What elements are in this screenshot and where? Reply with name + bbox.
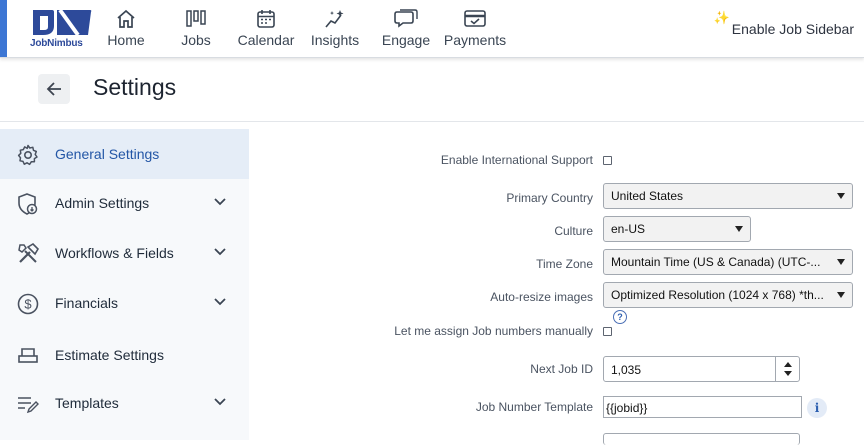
nav-payments[interactable]: Payments — [441, 8, 509, 52]
page-title: Settings — [93, 74, 177, 100]
international-support-checkbox[interactable] — [603, 156, 612, 165]
chevron-down-icon — [214, 198, 226, 206]
nav-insights[interactable]: Insights — [308, 8, 362, 52]
time-zone-label: Time Zone — [536, 257, 593, 271]
job-number-template-input[interactable]: {{jobid}} — [603, 396, 802, 418]
culture-select[interactable]: en-US — [603, 216, 751, 242]
next-job-id-label: Next Job ID — [530, 362, 593, 376]
svg-text:$: $ — [24, 297, 32, 312]
manual-job-numbers-checkbox[interactable] — [603, 327, 612, 336]
chat-bubbles-icon — [380, 8, 432, 30]
edit-list-icon — [16, 392, 40, 416]
sparkle-icon: ✨ — [713, 10, 730, 25]
dropdown-arrow-icon — [837, 259, 845, 265]
primary-country-select[interactable]: United States — [603, 183, 853, 209]
nav-accent-bar — [0, 0, 7, 57]
sidebar-item-label: Admin Settings — [55, 195, 150, 211]
dropdown-arrow-icon — [735, 226, 743, 232]
auto-resize-value: Optimized Resolution (1024 x 768) *th... — [611, 288, 824, 302]
stepper-up-icon[interactable] — [784, 362, 792, 367]
next-job-id-input[interactable]: 1,035 — [603, 356, 800, 382]
sidebar-item-label: General Settings — [55, 146, 160, 162]
next-field-partial[interactable] — [603, 433, 800, 445]
page-header: Settings — [0, 58, 864, 122]
info-icon[interactable]: i — [807, 398, 827, 418]
home-icon — [103, 8, 149, 30]
back-button[interactable] — [38, 74, 70, 104]
job-number-template-value: {{jobid}} — [606, 401, 648, 415]
job-number-template-label: Job Number Template — [475, 400, 593, 414]
time-zone-value: Mountain Time (US & Canada) (UTC-... — [611, 255, 821, 269]
jobs-board-icon — [175, 8, 217, 30]
culture-label: Culture — [554, 224, 593, 238]
nav-jobs-label: Jobs — [181, 32, 211, 48]
insights-sparkle-chart-icon — [308, 8, 362, 30]
chevron-down-icon — [214, 398, 226, 406]
jobnimbus-logo[interactable]: JobNimbus — [28, 8, 94, 52]
tools-icon — [16, 242, 40, 266]
settings-sidebar: General Settings Admin Settings Workflow… — [0, 129, 249, 440]
auto-resize-label: Auto-resize images — [490, 290, 593, 304]
number-stepper[interactable] — [775, 357, 799, 381]
sidebar-item-workflows-fields[interactable]: Workflows & Fields — [0, 228, 249, 278]
primary-country-label: Primary Country — [506, 191, 593, 205]
nav-home[interactable]: Home — [103, 8, 149, 52]
dollar-circle-icon: $ — [16, 292, 40, 316]
top-navigation-bar: JobNimbus Home Jobs Calendar Insights En… — [0, 0, 864, 58]
chevron-down-icon — [214, 298, 226, 306]
manual-job-numbers-label: Let me assign Job numbers manually — [394, 324, 593, 338]
nav-calendar[interactable]: Calendar — [234, 8, 298, 52]
enable-job-sidebar-label: Enable Job Sidebar — [731, 21, 854, 37]
dropdown-arrow-icon — [837, 292, 845, 298]
nav-engage-label: Engage — [381, 32, 431, 48]
next-job-id-value: 1,035 — [611, 363, 642, 377]
help-icon[interactable]: ? — [613, 310, 627, 324]
auto-resize-select[interactable]: Optimized Resolution (1024 x 768) *th... — [603, 282, 853, 308]
logo-mark-icon — [33, 8, 92, 37]
sidebar-item-estimate-settings[interactable]: Estimate Settings — [0, 330, 249, 380]
time-zone-select[interactable]: Mountain Time (US & Canada) (UTC-... — [603, 249, 853, 275]
admin-shield-icon — [16, 192, 40, 216]
chevron-down-icon — [214, 248, 226, 256]
sidebar-item-label: Financials — [55, 295, 119, 311]
printer-icon — [16, 344, 40, 368]
nav-engage[interactable]: Engage — [380, 8, 432, 52]
sidebar-item-admin-settings[interactable]: Admin Settings — [0, 178, 249, 228]
calendar-icon — [234, 8, 298, 30]
back-arrow-icon — [46, 82, 61, 96]
sidebar-item-templates[interactable]: Templates — [0, 378, 249, 428]
sidebar-item-label: Estimate Settings — [55, 347, 164, 363]
nav-payments-label: Payments — [443, 32, 507, 48]
stepper-down-icon[interactable] — [784, 371, 792, 376]
sidebar-item-financials[interactable]: $ Financials — [0, 278, 249, 328]
enable-job-sidebar-button[interactable]: ✨ Enable Job Sidebar — [714, 10, 854, 37]
dropdown-arrow-icon — [837, 193, 845, 199]
primary-country-value: United States — [611, 189, 684, 203]
culture-value: en-US — [611, 222, 646, 236]
nav-insights-label: Insights — [310, 32, 360, 48]
general-settings-form: Enable International Support Primary Cou… — [249, 129, 864, 445]
nav-home-label: Home — [107, 32, 145, 48]
nav-calendar-label: Calendar — [237, 32, 295, 48]
sidebar-item-general-settings[interactable]: General Settings — [0, 129, 249, 179]
sidebar-item-label: Workflows & Fields — [55, 245, 174, 261]
sidebar-item-label: Templates — [55, 395, 119, 411]
nav-jobs[interactable]: Jobs — [175, 8, 217, 52]
payment-card-icon — [441, 8, 509, 30]
international-support-label: Enable International Support — [440, 153, 593, 167]
gear-icon — [16, 143, 40, 167]
logo-text: JobNimbus — [30, 38, 83, 49]
